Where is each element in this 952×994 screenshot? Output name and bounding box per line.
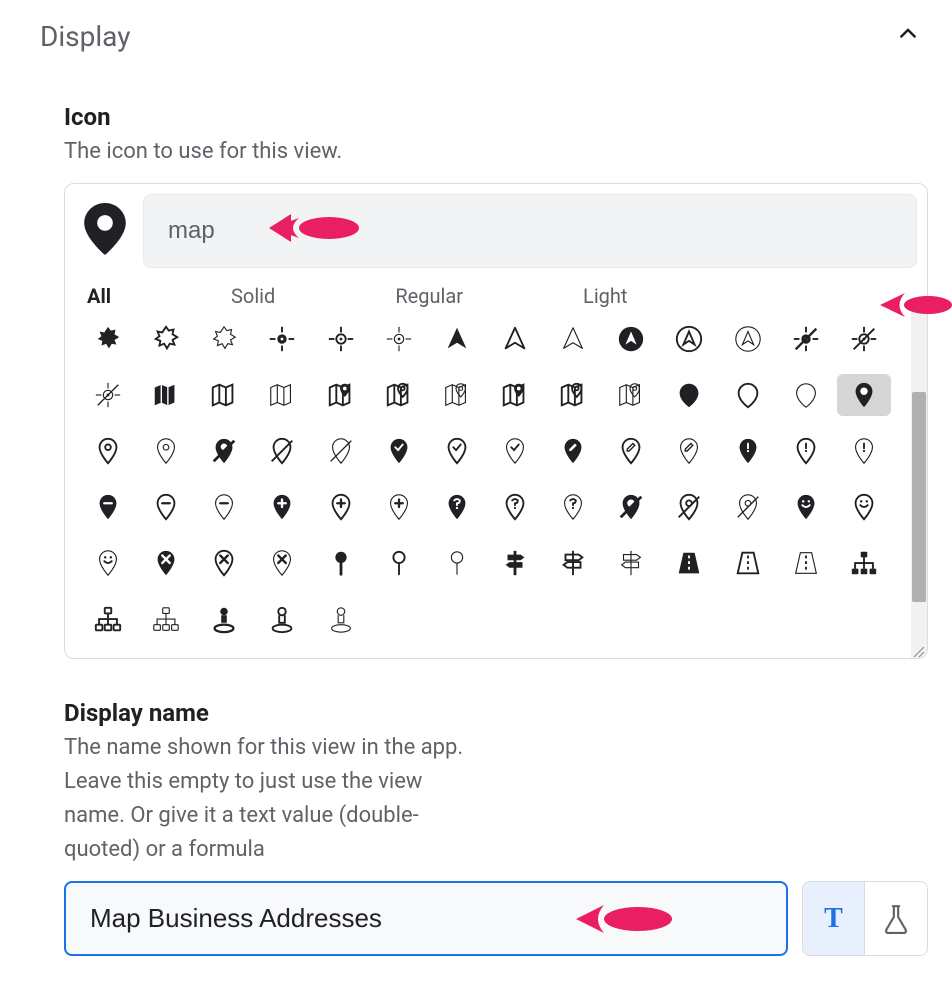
display-name-input[interactable] xyxy=(64,881,788,956)
icon-option-crosshair-slash-solid[interactable] xyxy=(779,318,833,360)
icon-option-sitemap-solid[interactable] xyxy=(837,542,891,584)
icons-grid xyxy=(65,312,905,658)
icon-option-street-view-solid[interactable] xyxy=(197,598,251,640)
icon-option-map-pin-edit-solid[interactable] xyxy=(546,430,600,472)
display-name-field-description: The name shown for this view in the app.… xyxy=(64,731,484,867)
icon-option-map-pin-slash-regular[interactable] xyxy=(255,430,309,472)
icon-option-crosshair-solid[interactable] xyxy=(255,318,309,360)
icon-option-map-pin-slash-light[interactable] xyxy=(314,430,368,472)
icon-option-map-pin-question-solid[interactable] xyxy=(430,486,484,528)
icon-option-map-pin-exclaim-solid[interactable] xyxy=(721,430,775,472)
icon-option-map-pin-drop-solid[interactable] xyxy=(662,374,716,416)
icon-option-crosshair-slash-regular[interactable] xyxy=(837,318,891,360)
icon-preview xyxy=(83,203,127,259)
icon-option-road-solid[interactable] xyxy=(662,542,716,584)
icon-search-input[interactable] xyxy=(143,194,917,268)
icon-option-signpost-solid[interactable] xyxy=(488,542,542,584)
icon-option-map-pin-edit-regular[interactable] xyxy=(604,430,658,472)
icon-option-map-pin-x-regular[interactable] xyxy=(197,542,251,584)
icon-option-leaf-light[interactable] xyxy=(197,318,251,360)
icon-option-map-pin-smile-solid[interactable] xyxy=(779,486,833,528)
collapse-chevron-icon[interactable] xyxy=(898,24,928,49)
icon-option-map-marker-slash-solid[interactable] xyxy=(604,486,658,528)
icon-option-map-pin-smile-regular[interactable] xyxy=(837,486,891,528)
icon-option-crosshair-regular[interactable] xyxy=(314,318,368,360)
display-name-field-title: Display name xyxy=(64,699,928,727)
icon-option-street-view-light[interactable] xyxy=(314,598,368,640)
icon-option-map-fold-marker2-regular[interactable] xyxy=(546,374,600,416)
icon-option-arrow-nav-circle-light[interactable] xyxy=(721,318,775,360)
icon-option-map-fold-solid[interactable] xyxy=(139,374,193,416)
icon-option-leaf-solid[interactable] xyxy=(81,318,135,360)
icon-option-signpost-regular[interactable] xyxy=(546,542,600,584)
icon-option-street-view-regular[interactable] xyxy=(255,598,309,640)
tab-all[interactable]: All xyxy=(87,284,111,308)
icon-option-map-fold-regular[interactable] xyxy=(197,374,251,416)
icon-option-map-marker-slash-regular[interactable] xyxy=(662,486,716,528)
tab-light[interactable]: Light xyxy=(583,284,627,308)
icon-option-map-pin-drop-light[interactable] xyxy=(779,374,833,416)
icon-option-map-pin-edit-light[interactable] xyxy=(662,430,716,472)
icon-option-arrow-nav-solid[interactable] xyxy=(430,318,484,360)
icon-option-crosshair-light[interactable] xyxy=(372,318,426,360)
icon-option-map-fold-marker-solid[interactable] xyxy=(314,374,368,416)
icon-option-map-fold-marker2-light[interactable] xyxy=(604,374,658,416)
icon-option-map-pin-minus-light[interactable] xyxy=(197,486,251,528)
icon-option-map-pin-plus-solid[interactable] xyxy=(255,486,309,528)
icon-option-map-pin-light[interactable] xyxy=(139,430,193,472)
icon-option-map-pin-smile-light[interactable] xyxy=(81,542,135,584)
icon-option-map-pin-outline[interactable] xyxy=(81,430,135,472)
resize-handle-icon[interactable] xyxy=(911,644,925,658)
icon-option-map-pin-exclaim-regular[interactable] xyxy=(779,430,833,472)
value-mode-toggle: T xyxy=(802,881,928,956)
icon-option-map-fold-marker-regular[interactable] xyxy=(372,374,426,416)
icon-option-road-regular[interactable] xyxy=(721,542,775,584)
icon-option-map-pin-minus-regular[interactable] xyxy=(139,486,193,528)
icon-option-map-pin-x-light[interactable] xyxy=(255,542,309,584)
icon-option-arrow-nav-regular[interactable] xyxy=(488,318,542,360)
icon-option-map-pin-plus-light[interactable] xyxy=(372,486,426,528)
icon-option-map-pin-check-regular[interactable] xyxy=(430,430,484,472)
flask-icon xyxy=(883,904,909,934)
mode-text-button[interactable]: T xyxy=(803,882,865,955)
icon-option-map-marker-slash-light[interactable] xyxy=(721,486,775,528)
icon-option-map-fold-marker-light[interactable] xyxy=(430,374,484,416)
tab-regular[interactable]: Regular xyxy=(395,284,463,308)
tab-solid[interactable]: Solid xyxy=(231,284,275,308)
icon-option-map-pin-minus-solid[interactable] xyxy=(81,486,135,528)
icon-option-sitemap-regular[interactable] xyxy=(81,598,135,640)
icon-option-map-pin-question-regular[interactable] xyxy=(488,486,542,528)
icon-option-road-light[interactable] xyxy=(779,542,833,584)
icon-option-pushpin-light[interactable] xyxy=(430,542,484,584)
icon-grid-scrollbar[interactable] xyxy=(911,312,927,658)
icon-option-map-pin-x-solid[interactable] xyxy=(139,542,193,584)
icon-picker-panel: All Solid Regular Light xyxy=(64,183,928,659)
icon-option-map-pin-check-light[interactable] xyxy=(488,430,542,472)
icon-filter-tabs: All Solid Regular Light xyxy=(65,278,927,312)
icon-option-leaf-outline[interactable] xyxy=(139,318,193,360)
icon-option-arrow-nav-light[interactable] xyxy=(546,318,600,360)
icon-option-map-fold-light[interactable] xyxy=(255,374,309,416)
mode-formula-button[interactable] xyxy=(865,882,927,955)
icon-option-crosshair-slash-light[interactable] xyxy=(81,374,135,416)
icon-option-map-pin-drop-regular[interactable] xyxy=(721,374,775,416)
icon-option-map-marker-solid[interactable] xyxy=(837,374,891,416)
icon-option-arrow-nav-circle-regular[interactable] xyxy=(662,318,716,360)
icon-option-map-pin-slash-solid[interactable] xyxy=(197,430,251,472)
icon-option-map-pin-plus-regular[interactable] xyxy=(314,486,368,528)
icon-option-signpost-light[interactable] xyxy=(604,542,658,584)
icon-option-arrow-nav-circle-solid[interactable] xyxy=(604,318,658,360)
icon-option-pushpin-solid[interactable] xyxy=(314,542,368,584)
icon-option-sitemap-light[interactable] xyxy=(139,598,193,640)
section-title: Display xyxy=(40,20,130,53)
icon-option-pushpin-regular[interactable] xyxy=(372,542,426,584)
icon-option-map-pin-check-solid[interactable] xyxy=(372,430,426,472)
icon-option-map-pin-question-light[interactable] xyxy=(546,486,600,528)
icon-option-map-pin-exclaim-light[interactable] xyxy=(837,430,891,472)
icon-field-title: Icon xyxy=(64,103,928,131)
icon-option-map-fold-marker2-solid[interactable] xyxy=(488,374,542,416)
icon-field-description: The icon to use for this view. xyxy=(64,135,484,169)
